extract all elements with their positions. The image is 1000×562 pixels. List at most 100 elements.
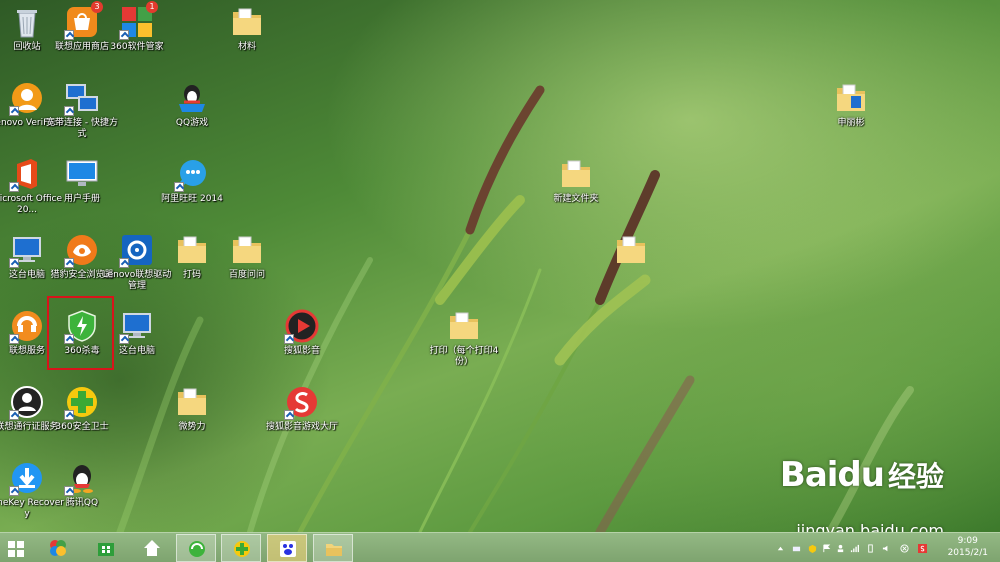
shortcut-arrow-icon [9, 486, 19, 496]
home-icon [144, 540, 160, 556]
aliwangwang-icon [174, 156, 210, 192]
icon-label: 用户手册 [63, 194, 100, 204]
icon-label: 360软件管家 [110, 42, 164, 52]
desktop-folder-print-4[interactable]: 打印（每个打印4份） [427, 308, 501, 368]
shortcut-arrow-icon [64, 486, 74, 496]
taskbar-windows-store[interactable] [86, 534, 126, 562]
watermark-cn: 经验 [887, 460, 944, 493]
icon-label: 材料 [237, 42, 256, 52]
icon-label: 阿里旺旺 2014 [161, 194, 223, 204]
taskbar-file-explorer[interactable] [313, 534, 353, 562]
icon-label: 百度问问 [228, 270, 265, 280]
lenovo-service-icon [9, 308, 45, 344]
windows-store-icon [98, 543, 114, 556]
flag-icon[interactable] [822, 544, 831, 553]
qq-icon [64, 460, 100, 496]
taskbar-baidu[interactable] [267, 534, 307, 562]
computer-icon [9, 232, 45, 268]
icon-label: 腾讯QQ [65, 498, 99, 508]
folder-icon [446, 308, 482, 344]
liebao-browser-icon [64, 232, 100, 268]
shortcut-arrow-icon [9, 410, 19, 420]
taskbar-clock[interactable]: 9:09 2015/2/1 [948, 535, 988, 559]
360-safeguard-icon [64, 384, 100, 420]
network-connection-icon [64, 80, 100, 116]
folder-icon [613, 232, 649, 268]
baidu-jingyan-watermark: Baidu 经验 jingyan.baidu.com [780, 455, 944, 532]
folder-icon [229, 4, 265, 40]
shortcut-arrow-icon [64, 258, 74, 268]
close-circle-icon[interactable] [900, 544, 909, 553]
shortcut-arrow-icon [9, 258, 19, 268]
desktop-folder-baidu-ask[interactable]: 百度问问 [210, 232, 284, 281]
desktop-folder-new[interactable]: 新建文件夹 [539, 156, 613, 205]
sohu-player-icon [284, 308, 320, 344]
driver-manager-icon [119, 232, 155, 268]
file-explorer-icon [326, 544, 342, 556]
desktop-icon-tencent-qq[interactable]: 腾讯QQ [45, 460, 119, 509]
desktop: 回收站 Lenovo VeriFace Microsoft Office 20.… [0, 0, 1000, 532]
folder-icon [229, 232, 265, 268]
shortcut-arrow-icon [119, 258, 129, 268]
icon-label: 申丽彬 [837, 118, 865, 128]
people-icon[interactable] [836, 544, 845, 553]
keyboard-icon[interactable] [792, 544, 801, 553]
office-icon [9, 156, 45, 192]
show-hidden-icons-icon[interactable] [776, 544, 785, 553]
computer-icon [119, 308, 155, 344]
desktop-icon-sohu-game-hall[interactable]: 搜狐影音游戏大厅 [265, 384, 339, 433]
clock-date: 2015/2/1 [947, 548, 988, 558]
shortcut-arrow-icon [284, 410, 294, 420]
shortcut-arrow-icon [64, 106, 74, 116]
recycle-bin-icon [9, 4, 45, 40]
folder-icon [558, 156, 594, 192]
shortcut-arrow-icon [119, 30, 129, 40]
shortcut-arrow-icon [9, 334, 19, 344]
360-software-icon: 1 [119, 1, 158, 40]
desktop-icon-qq-game[interactable]: QQ游戏 [155, 80, 229, 129]
color-app-icon [50, 540, 66, 556]
lenovo-store-icon: 3 [64, 1, 103, 40]
battery-icon[interactable] [866, 544, 875, 553]
folder-icon [174, 232, 210, 268]
folder-icon [833, 80, 869, 116]
windows-logo-icon[interactable] [8, 541, 24, 557]
qq-game-icon [174, 80, 210, 116]
icon-label: 新建文件夹 [553, 194, 599, 204]
shield-tray-icon[interactable] [808, 544, 817, 553]
watermark-url: jingyan.baidu.com [796, 521, 944, 532]
desktop-folder-unnamed[interactable] [594, 232, 668, 270]
desktop-folder-weishili[interactable]: 微势力 [155, 384, 229, 433]
shortcut-arrow-icon [64, 30, 74, 40]
taskbar-360-safeguard[interactable] [221, 534, 261, 562]
volume-icon[interactable] [882, 544, 891, 553]
shortcut-arrow-icon [64, 410, 74, 420]
veriface-icon [9, 80, 45, 116]
shortcut-arrow-icon [9, 182, 19, 192]
desktop-icon-360-safeguard[interactable]: 360安全卫士 [45, 384, 119, 433]
shortcut-arrow-icon [9, 106, 19, 116]
icon-label: 搜狐影音游戏大厅 [265, 422, 338, 432]
shortcut-arrow-icon [119, 334, 129, 344]
desktop-icon-aliwangwang[interactable]: 阿里旺旺 2014 [155, 156, 229, 205]
baidu-icon [280, 541, 296, 557]
taskbar-color-app[interactable] [38, 534, 78, 562]
360-browser-icon [189, 541, 205, 557]
desktop-icon-broadband[interactable]: 宽带连接 - 快捷方式 [45, 80, 119, 140]
lenovo-id-icon [9, 384, 45, 420]
taskbar-360-browser[interactable] [176, 534, 216, 562]
icon-label: QQ游戏 [175, 118, 209, 128]
signal-icon[interactable] [850, 544, 859, 553]
icon-label: 打印（每个打印4份） [429, 346, 499, 367]
icon-label: 微势力 [178, 422, 206, 432]
taskbar-home[interactable] [132, 534, 172, 562]
desktop-icon-360-software-manager[interactable]: 1 360软件管家 [100, 1, 174, 53]
desktop-icon-user-manual[interactable]: 用户手册 [45, 156, 119, 205]
desktop-folder-shenlilin[interactable]: 申丽彬 [814, 80, 888, 129]
onekey-recovery-icon [9, 460, 45, 496]
shortcut-arrow-icon [174, 182, 184, 192]
icon-label: 搜狐影音 [283, 346, 320, 356]
sogou-input-icon[interactable] [918, 544, 927, 553]
desktop-folder-materials[interactable]: 材料 [210, 4, 284, 53]
desktop-icon-sohu-player[interactable]: 搜狐影音 [265, 308, 339, 357]
